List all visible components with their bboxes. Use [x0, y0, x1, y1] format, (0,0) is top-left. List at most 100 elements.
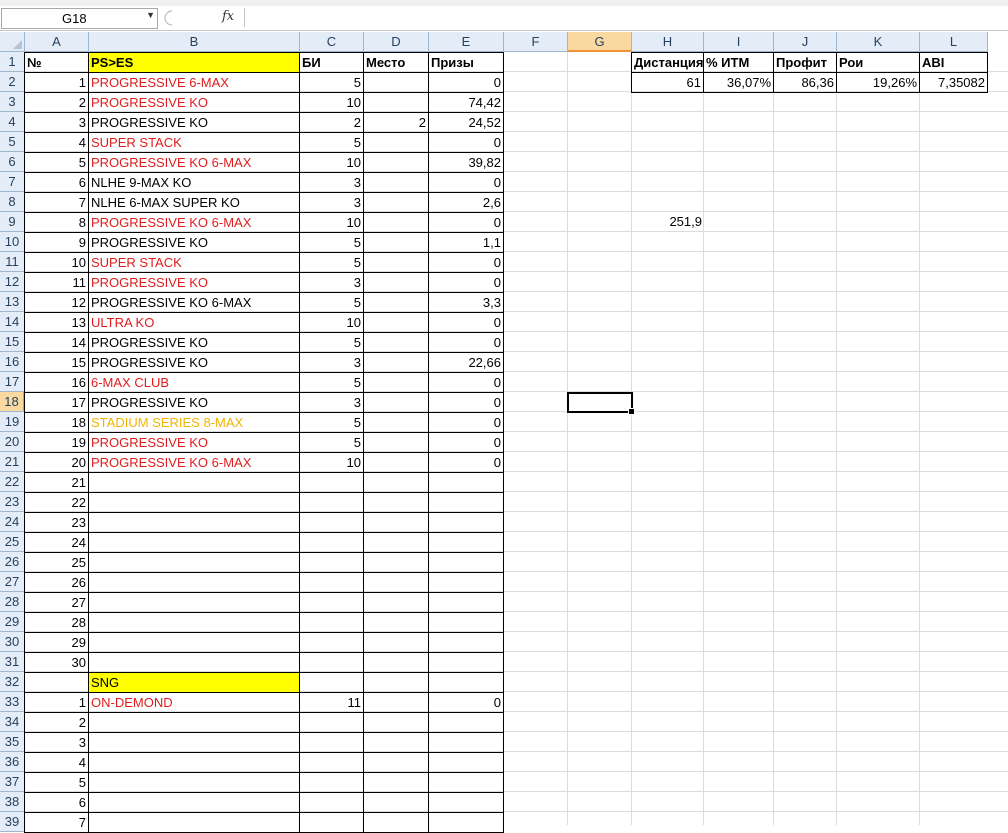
prize-value: 3,3	[428, 292, 504, 313]
row-header-4[interactable]: 4	[0, 112, 25, 132]
buyin-value: 5	[299, 132, 364, 153]
row-number: 12	[24, 292, 89, 313]
row-header-11[interactable]: 11	[0, 252, 25, 272]
row-header-10[interactable]: 10	[0, 232, 25, 252]
column-header-i[interactable]: I	[704, 32, 774, 52]
column-header-l[interactable]: L	[920, 32, 988, 52]
row-header-32[interactable]: 32	[0, 672, 25, 692]
column-header-a[interactable]: A	[25, 32, 89, 52]
row-header-27[interactable]: 27	[0, 572, 25, 592]
grid-line	[773, 52, 774, 825]
buyin-value	[299, 552, 364, 573]
stats-header: Дистанция	[631, 52, 704, 73]
insert-function-button[interactable]: fx	[222, 9, 234, 24]
buyin-value	[299, 632, 364, 653]
row-header-22[interactable]: 22	[0, 472, 25, 492]
buyin-value	[299, 792, 364, 813]
row-number: 8	[24, 212, 89, 233]
row-header-6[interactable]: 6	[0, 152, 25, 172]
row-header-13[interactable]: 13	[0, 292, 25, 312]
row-number: 15	[24, 352, 89, 373]
row-number: 2	[24, 92, 89, 113]
buyin-value	[299, 672, 364, 693]
row-header-25[interactable]: 25	[0, 532, 25, 552]
row-header-20[interactable]: 20	[0, 432, 25, 452]
select-all-button[interactable]	[0, 32, 25, 52]
row-header-12[interactable]: 12	[0, 272, 25, 292]
row-number: 25	[24, 552, 89, 573]
active-cell-cursor[interactable]	[567, 392, 635, 415]
row-header-24[interactable]: 24	[0, 512, 25, 532]
place-value	[363, 492, 429, 513]
row-number: 5	[24, 772, 89, 793]
row-header-7[interactable]: 7	[0, 172, 25, 192]
prize-value	[428, 632, 504, 653]
row-header-15[interactable]: 15	[0, 332, 25, 352]
prize-value: 0	[428, 312, 504, 333]
prize-value	[428, 612, 504, 633]
name-box[interactable]: G18 ▼	[1, 8, 158, 29]
prize-value	[428, 712, 504, 733]
column-header-c[interactable]: C	[300, 32, 364, 52]
row-number: 7	[24, 192, 89, 213]
column-header-e[interactable]: E	[429, 32, 504, 52]
row-header-2[interactable]: 2	[0, 72, 25, 92]
place-value	[363, 192, 429, 213]
chevron-down-icon[interactable]: ▼	[146, 10, 155, 20]
stats-header: Профит	[773, 52, 837, 73]
row-header-30[interactable]: 30	[0, 632, 25, 652]
column-header-j[interactable]: J	[774, 32, 837, 52]
tournament-name	[88, 512, 300, 533]
column-header-b[interactable]: B	[89, 32, 300, 52]
row-header-14[interactable]: 14	[0, 312, 25, 332]
column-header-k[interactable]: K	[837, 32, 920, 52]
row-header-28[interactable]: 28	[0, 592, 25, 612]
row-header-38[interactable]: 38	[0, 792, 25, 812]
grid-line	[919, 52, 920, 825]
row-header-34[interactable]: 34	[0, 712, 25, 732]
row-header-1[interactable]: 1	[0, 52, 25, 72]
row-header-35[interactable]: 35	[0, 732, 25, 752]
formula-bar-grip-icon	[164, 10, 173, 26]
row-header-33[interactable]: 33	[0, 692, 25, 712]
row-number: 6	[24, 792, 89, 813]
row-header-36[interactable]: 36	[0, 752, 25, 772]
row-header-39[interactable]: 39	[0, 812, 25, 832]
tournament-name: PROGRESSIVE 6-MAX	[88, 72, 300, 93]
row-header-9[interactable]: 9	[0, 212, 25, 232]
row-header-5[interactable]: 5	[0, 132, 25, 152]
column-header-d[interactable]: D	[364, 32, 429, 52]
row-header-16[interactable]: 16	[0, 352, 25, 372]
prize-value: 39,82	[428, 152, 504, 173]
column-header-g[interactable]: G	[568, 32, 632, 52]
tournament-name: PROGRESSIVE KO 6-MAX	[88, 452, 300, 473]
row-header-37[interactable]: 37	[0, 772, 25, 792]
prize-value: 0	[428, 332, 504, 353]
prize-value: 22,66	[428, 352, 504, 373]
row-header-21[interactable]: 21	[0, 452, 25, 472]
row-header-23[interactable]: 23	[0, 492, 25, 512]
row-header-18[interactable]: 18	[0, 392, 25, 412]
row-header-31[interactable]: 31	[0, 652, 25, 672]
grid-line	[631, 52, 632, 825]
formula-input[interactable]	[244, 8, 1008, 27]
column-header-h[interactable]: H	[632, 32, 704, 52]
row-header-19[interactable]: 19	[0, 412, 25, 432]
row-header-3[interactable]: 3	[0, 92, 25, 112]
tournament-name	[88, 712, 300, 733]
place-value	[363, 532, 429, 553]
prize-value	[428, 812, 504, 833]
place-value	[363, 472, 429, 493]
row-header-8[interactable]: 8	[0, 192, 25, 212]
name-box-value: G18	[62, 11, 87, 26]
row-header-26[interactable]: 26	[0, 552, 25, 572]
column-header-f[interactable]: F	[504, 32, 568, 52]
row-header-17[interactable]: 17	[0, 372, 25, 392]
place-value	[363, 352, 429, 373]
place-value	[363, 772, 429, 793]
tournament-name: PROGRESSIVE KO	[88, 352, 300, 373]
buyin-value: 10	[299, 92, 364, 113]
prize-value: 0	[428, 432, 504, 453]
row-header-29[interactable]: 29	[0, 612, 25, 632]
place-value	[363, 552, 429, 573]
